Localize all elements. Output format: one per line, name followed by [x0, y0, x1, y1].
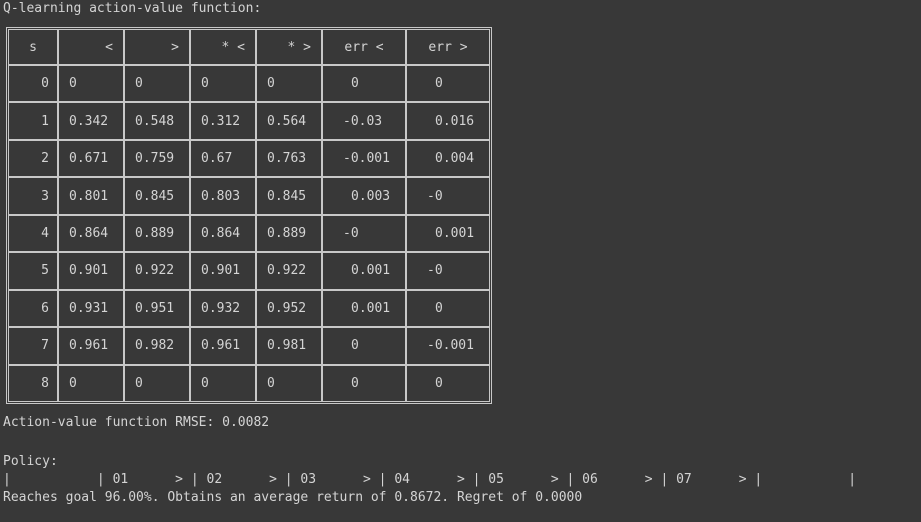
value-cell: 0.845 — [256, 177, 322, 215]
rmse-text: Action-value function RMSE: 0.0082 — [3, 415, 270, 430]
value-cell: 0.003 — [322, 177, 406, 215]
table-body: 0 0 0 0 0 0 0 1 0.342 0.548 0.312 0.564 -0.03 0.016 2 0… — [8, 65, 490, 402]
table-row: 3 0.801 0.845 0.803 0.845 0.003 -0 — [8, 177, 490, 215]
value-cell: 0.801 — [58, 177, 124, 215]
column-header: err > — [406, 29, 490, 65]
table-row: 5 0.901 0.922 0.901 0.922 0.001 -0 — [8, 252, 490, 290]
value-cell: 0.864 — [190, 214, 256, 253]
value-cell: 0.932 — [190, 289, 256, 328]
value-cell: 0.67 — [190, 139, 256, 178]
value-cell: 0.922 — [124, 252, 190, 290]
state-cell: 4 — [8, 214, 58, 253]
value-cell: 0 — [256, 364, 322, 402]
value-cell: 0 — [58, 364, 124, 402]
q-table-frame: s < > * < * > err < err > 0 0 0 0 0 0 0 1 0.342 0.548 0.… — [6, 27, 492, 404]
value-cell: 0.864 — [58, 214, 124, 253]
value-cell: 0.671 — [58, 139, 124, 178]
value-cell: -0 — [406, 252, 490, 290]
summary-text: Reaches goal 96.00%. Obtains an average … — [3, 490, 583, 505]
value-cell: 0.001 — [406, 214, 490, 253]
value-cell: 0 — [406, 364, 490, 402]
column-header: < — [58, 29, 124, 65]
table-header-row: s < > * < * > err < err > — [8, 29, 490, 65]
value-cell: -0 — [406, 177, 490, 215]
value-cell: 0 — [124, 65, 190, 103]
value-cell: 0.981 — [256, 327, 322, 365]
value-cell: 0 — [124, 364, 190, 402]
value-cell: 0.961 — [190, 327, 256, 365]
value-cell: 0.889 — [124, 214, 190, 253]
value-cell: 0.901 — [190, 252, 256, 290]
table-row: 6 0.931 0.951 0.932 0.952 0.001 0 — [8, 289, 490, 328]
value-cell: 0.845 — [124, 177, 190, 215]
column-header: > — [124, 29, 190, 65]
table-row: 8000000 — [8, 364, 490, 402]
value-cell: 0.889 — [256, 214, 322, 253]
state-cell: 8 — [8, 364, 58, 402]
output-title: Q-learning action-value function: — [3, 1, 262, 16]
value-cell: 0 — [406, 289, 490, 328]
value-cell: 0.763 — [256, 139, 322, 178]
value-cell: 0 — [322, 327, 406, 365]
state-cell: 1 — [8, 102, 58, 140]
policy-label: Policy: — [3, 454, 58, 469]
table-row: 0000000 — [8, 65, 490, 103]
column-header: * > — [256, 29, 322, 65]
value-cell: 0.564 — [256, 102, 322, 140]
value-cell: 0.952 — [256, 289, 322, 328]
value-cell: 0.001 — [322, 252, 406, 290]
value-cell: -0.001 — [406, 327, 490, 365]
value-cell: 0.001 — [322, 289, 406, 328]
value-cell: 0.901 — [58, 252, 124, 290]
value-cell: 0.803 — [190, 177, 256, 215]
table-row: 1 0.342 0.548 0.312 0.564 -0.03 0.016 — [8, 102, 490, 140]
value-cell: 0 — [322, 364, 406, 402]
table-row: 4 0.864 0.889 0.864 0.889 -0 0.001 — [8, 214, 490, 253]
q-table: s < > * < * > err < err > 0 0 0 0 0 0 0 1 0.342 0.548 0.… — [8, 29, 490, 402]
state-cell: 3 — [8, 177, 58, 215]
value-cell: -0 — [322, 214, 406, 253]
table-row: 2 0.671 0.759 0.67 0.763 -0.001 0.004 — [8, 139, 490, 178]
value-cell: -0.03 — [322, 102, 406, 140]
value-cell: 0.016 — [406, 102, 490, 140]
value-cell: 0.759 — [124, 139, 190, 178]
column-header: * < — [190, 29, 256, 65]
value-cell: 0.342 — [58, 102, 124, 140]
value-cell: 0.982 — [124, 327, 190, 365]
state-cell: 5 — [8, 252, 58, 290]
value-cell: 0 — [190, 65, 256, 103]
value-cell: 0.951 — [124, 289, 190, 328]
value-cell: 0.931 — [58, 289, 124, 328]
column-header: err < — [322, 29, 406, 65]
value-cell: -0.001 — [322, 139, 406, 178]
table-row: 7 0.961 0.982 0.961 0.981 0 -0.001 — [8, 327, 490, 365]
value-cell: 0.961 — [58, 327, 124, 365]
state-cell: 2 — [8, 139, 58, 178]
state-cell: 6 — [8, 289, 58, 328]
value-cell: 0.004 — [406, 139, 490, 178]
column-header: s — [8, 29, 58, 65]
state-cell: 0 — [8, 65, 58, 103]
value-cell: 0 — [406, 65, 490, 103]
value-cell: 0.548 — [124, 102, 190, 140]
state-cell: 7 — [8, 327, 58, 365]
value-cell: 0.312 — [190, 102, 256, 140]
value-cell: 0 — [256, 65, 322, 103]
value-cell: 0 — [190, 364, 256, 402]
value-cell: 0 — [322, 65, 406, 103]
value-cell: 0.922 — [256, 252, 322, 290]
policy-row: | | 01 > | 02 > | 03 > | 04 > | 05 > | 0… — [3, 472, 857, 487]
value-cell: 0 — [58, 65, 124, 103]
